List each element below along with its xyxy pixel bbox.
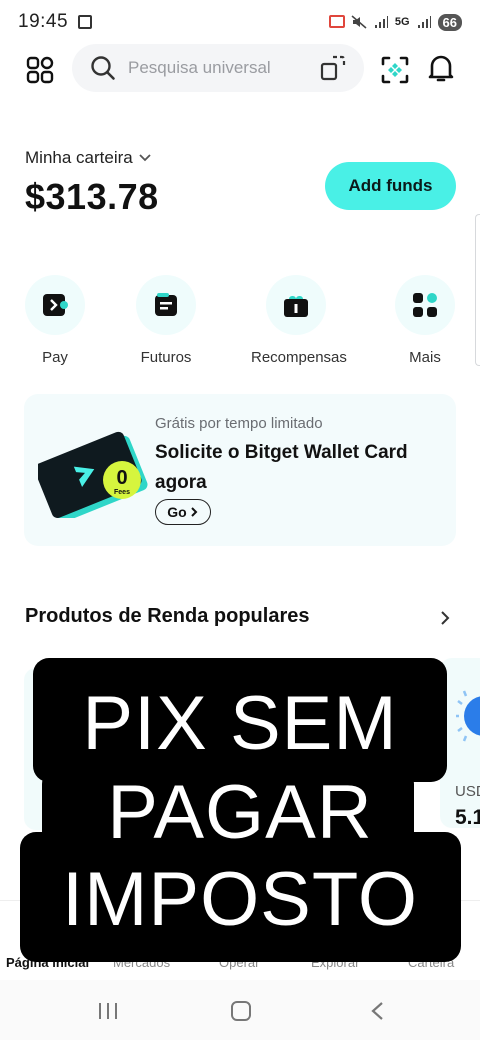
network-type: 5G (394, 16, 410, 28)
back-icon[interactable] (370, 1001, 384, 1021)
quick-action-label: Recompensas (251, 349, 347, 366)
recent-apps-icon[interactable] (97, 1002, 119, 1020)
status-time: 19:45 (18, 11, 69, 32)
status-bar: 19:45 5G 66 (0, 0, 480, 44)
promo-subtitle: Grátis por tempo limitado (155, 415, 323, 432)
notification-bell-icon[interactable] (426, 52, 456, 84)
fee-badge-label: Fees (114, 489, 130, 496)
screen-record-icon (78, 15, 93, 29)
scan-switch-icon[interactable] (320, 55, 346, 81)
mute-icon (351, 15, 367, 29)
wallet-selector[interactable]: Minha carteira (25, 148, 151, 168)
earn-card-label: USD (455, 783, 480, 800)
apps-grid-icon[interactable] (26, 56, 54, 84)
add-funds-button[interactable]: Add funds (325, 162, 456, 210)
quick-action-recompensas[interactable]: Recompensas (251, 275, 347, 366)
gift-icon (266, 275, 326, 335)
wallet-balance: $313.78 (25, 176, 159, 217)
chevron-right-icon[interactable] (440, 610, 450, 626)
futures-icon (136, 275, 196, 335)
earn-card-label: St (44, 783, 59, 800)
quick-action-label: Mais (409, 349, 441, 366)
bottom-nav: Página inicial Mercados Operar Explorar … (0, 900, 480, 978)
signal-icon (374, 16, 388, 28)
nav-home[interactable]: Página inicial (6, 955, 89, 970)
earn-section-title: Produtos de Renda populares (25, 605, 310, 627)
quick-action-mais[interactable]: Mais (380, 275, 470, 366)
nav-trade[interactable]: Operar (219, 955, 259, 970)
fee-badge-value: 0 (116, 467, 127, 489)
promo-go-label: Go (167, 504, 187, 520)
promo-card[interactable]: 0 Fees Grátis por tempo limitado Solicit… (24, 394, 456, 546)
chevron-down-icon (139, 154, 151, 162)
home-icon[interactable] (231, 1001, 251, 1021)
promo-go-button[interactable]: Go (155, 499, 211, 525)
status-icons: 5G 66 (328, 13, 462, 31)
nav-markets[interactable]: Mercados (113, 955, 170, 970)
nav-wallet[interactable]: Carteira (408, 955, 454, 970)
search-icon (91, 56, 115, 80)
signal-icon-2 (417, 16, 431, 28)
search-bar[interactable]: Pesquisa universal (72, 44, 364, 92)
quick-action-futuros[interactable]: Futuros (121, 275, 211, 366)
top-bar: Pesquisa universal (0, 44, 480, 94)
wallet-label: Minha carteira (25, 148, 133, 167)
usd-coin-icon (456, 690, 480, 742)
pay-icon (25, 275, 85, 335)
caption-line: PAGAR (107, 770, 373, 855)
battery-level: 66 (437, 13, 462, 31)
promo-title: Solicite o Bitget Wallet Card agora (155, 442, 408, 493)
search-placeholder: Pesquisa universal (128, 58, 271, 77)
quick-action-pay[interactable]: Pay (10, 275, 100, 366)
more-apps-icon (395, 275, 455, 335)
quick-action-label: Futuros (140, 349, 192, 366)
qr-scan-icon[interactable] (380, 55, 410, 85)
side-drawer-handle[interactable] (475, 214, 480, 366)
earn-card-value: 5.1 (455, 806, 480, 829)
chevron-right-icon (191, 507, 198, 517)
quick-action-label: Pay (42, 349, 68, 366)
system-nav-bar (0, 980, 480, 1040)
caption-line: PIX SEM (82, 681, 398, 766)
earn-card-value: 10 (44, 806, 68, 829)
wallet-card-illustration: 0 Fees (38, 431, 148, 518)
nav-explore[interactable]: Explorar (311, 955, 359, 970)
cast-icon (328, 15, 345, 28)
